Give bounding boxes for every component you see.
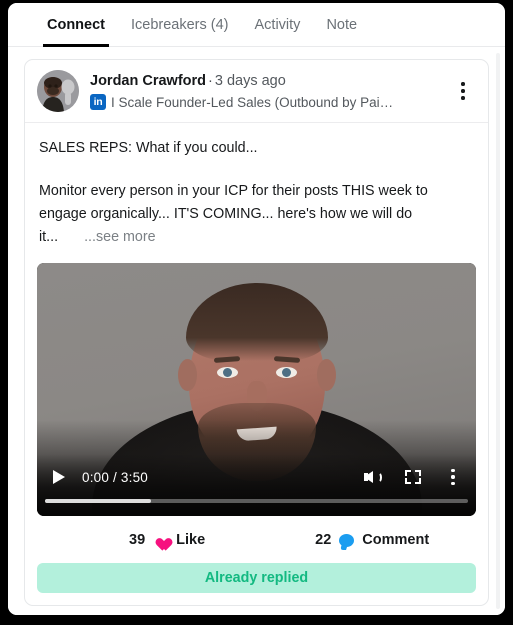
video-progress-bar[interactable] [45, 499, 468, 503]
content-scroll-area: Jordan Crawford · 3 days ago in I Scale Fo… [8, 47, 505, 615]
speech-bubble-icon [339, 533, 355, 547]
kebab-dot [461, 96, 465, 100]
fullscreen-icon [405, 470, 421, 484]
comment-count: 22 [315, 532, 332, 548]
fullscreen-button[interactable] [398, 463, 428, 491]
video-options-button[interactable] [438, 463, 468, 491]
tab-activity-label: Activity [254, 17, 301, 33]
post-text-line-1: SALES REPS: What if you could... [39, 140, 258, 156]
tab-icebreakers-label: Icebreakers (4) [131, 17, 229, 33]
kebab-dot [461, 89, 465, 93]
video-controls-bar: 0:00 / 3:50 [37, 454, 476, 516]
volume-icon[interactable] [358, 463, 388, 491]
post-options-button[interactable] [450, 76, 476, 106]
video-progress-fill [45, 499, 151, 503]
video-controls-row: 0:00 / 3:50 [45, 462, 468, 492]
play-icon[interactable] [45, 463, 73, 491]
kebab-dot [451, 468, 455, 473]
like-reaction[interactable]: 39 Like [129, 532, 205, 548]
tab-connect[interactable]: Connect [34, 3, 118, 47]
kebab-dot [461, 82, 465, 86]
like-count: 39 [129, 532, 146, 548]
post-body: SALES REPS: What if you could... Monitor… [25, 123, 488, 259]
subject-ear-right [316, 359, 336, 391]
heart-icon [153, 533, 168, 547]
author-name[interactable]: Jordan Crawford [90, 73, 206, 89]
post-video-player[interactable]: 0:00 / 3:50 [37, 263, 476, 516]
tab-bar: Connect Icebreakers (4) Activity Note [8, 3, 505, 47]
post-card: Jordan Crawford · 3 days ago in I Scale Fo… [24, 59, 489, 606]
author-primary-line: Jordan Crawford · 3 days ago [90, 72, 450, 91]
author-headline: I Scale Founder-Led Sales (Outbound by P… [111, 94, 394, 110]
video-time-display: 0:00 / 3:50 [82, 469, 149, 485]
linkedin-icon: in [90, 94, 106, 110]
subject-ear-left [177, 359, 197, 391]
see-more-link[interactable]: ...see more [84, 229, 156, 245]
kebab-dot [451, 481, 455, 486]
already-replied-label: Already replied [204, 570, 309, 586]
tab-note[interactable]: Note [313, 3, 370, 47]
author-secondary-line: in I Scale Founder-Led Sales (Outbound b… [90, 94, 450, 110]
like-label: Like [176, 532, 206, 548]
post-header: Jordan Crawford · 3 days ago in I Scale Fo… [25, 60, 488, 123]
post-timestamp: 3 days ago [214, 73, 286, 89]
already-replied-banner[interactable]: Already replied [37, 563, 476, 593]
post-text-line-2: Monitor every person in your ICP for the… [39, 180, 474, 249]
reactions-row: 39 Like 22 Comment [25, 516, 488, 563]
author-avatar [37, 70, 79, 112]
author-separator: · [208, 73, 213, 89]
subject-eye-left [216, 367, 238, 378]
vertical-scrollbar[interactable] [496, 53, 500, 609]
comment-reaction[interactable]: 22 Comment [315, 532, 429, 548]
comment-label: Comment [362, 532, 430, 548]
tab-note-label: Note [326, 17, 358, 33]
author-info: Jordan Crawford · 3 days ago in I Scale Fo… [90, 72, 450, 110]
subject-eye-right [275, 367, 297, 378]
kebab-dot [451, 475, 455, 479]
app-window: Connect Icebreakers (4) Activity Note Jo… [8, 3, 505, 615]
tab-icebreakers[interactable]: Icebreakers (4) [118, 3, 242, 47]
tab-activity[interactable]: Activity [242, 3, 314, 47]
tab-connect-label: Connect [47, 17, 105, 33]
